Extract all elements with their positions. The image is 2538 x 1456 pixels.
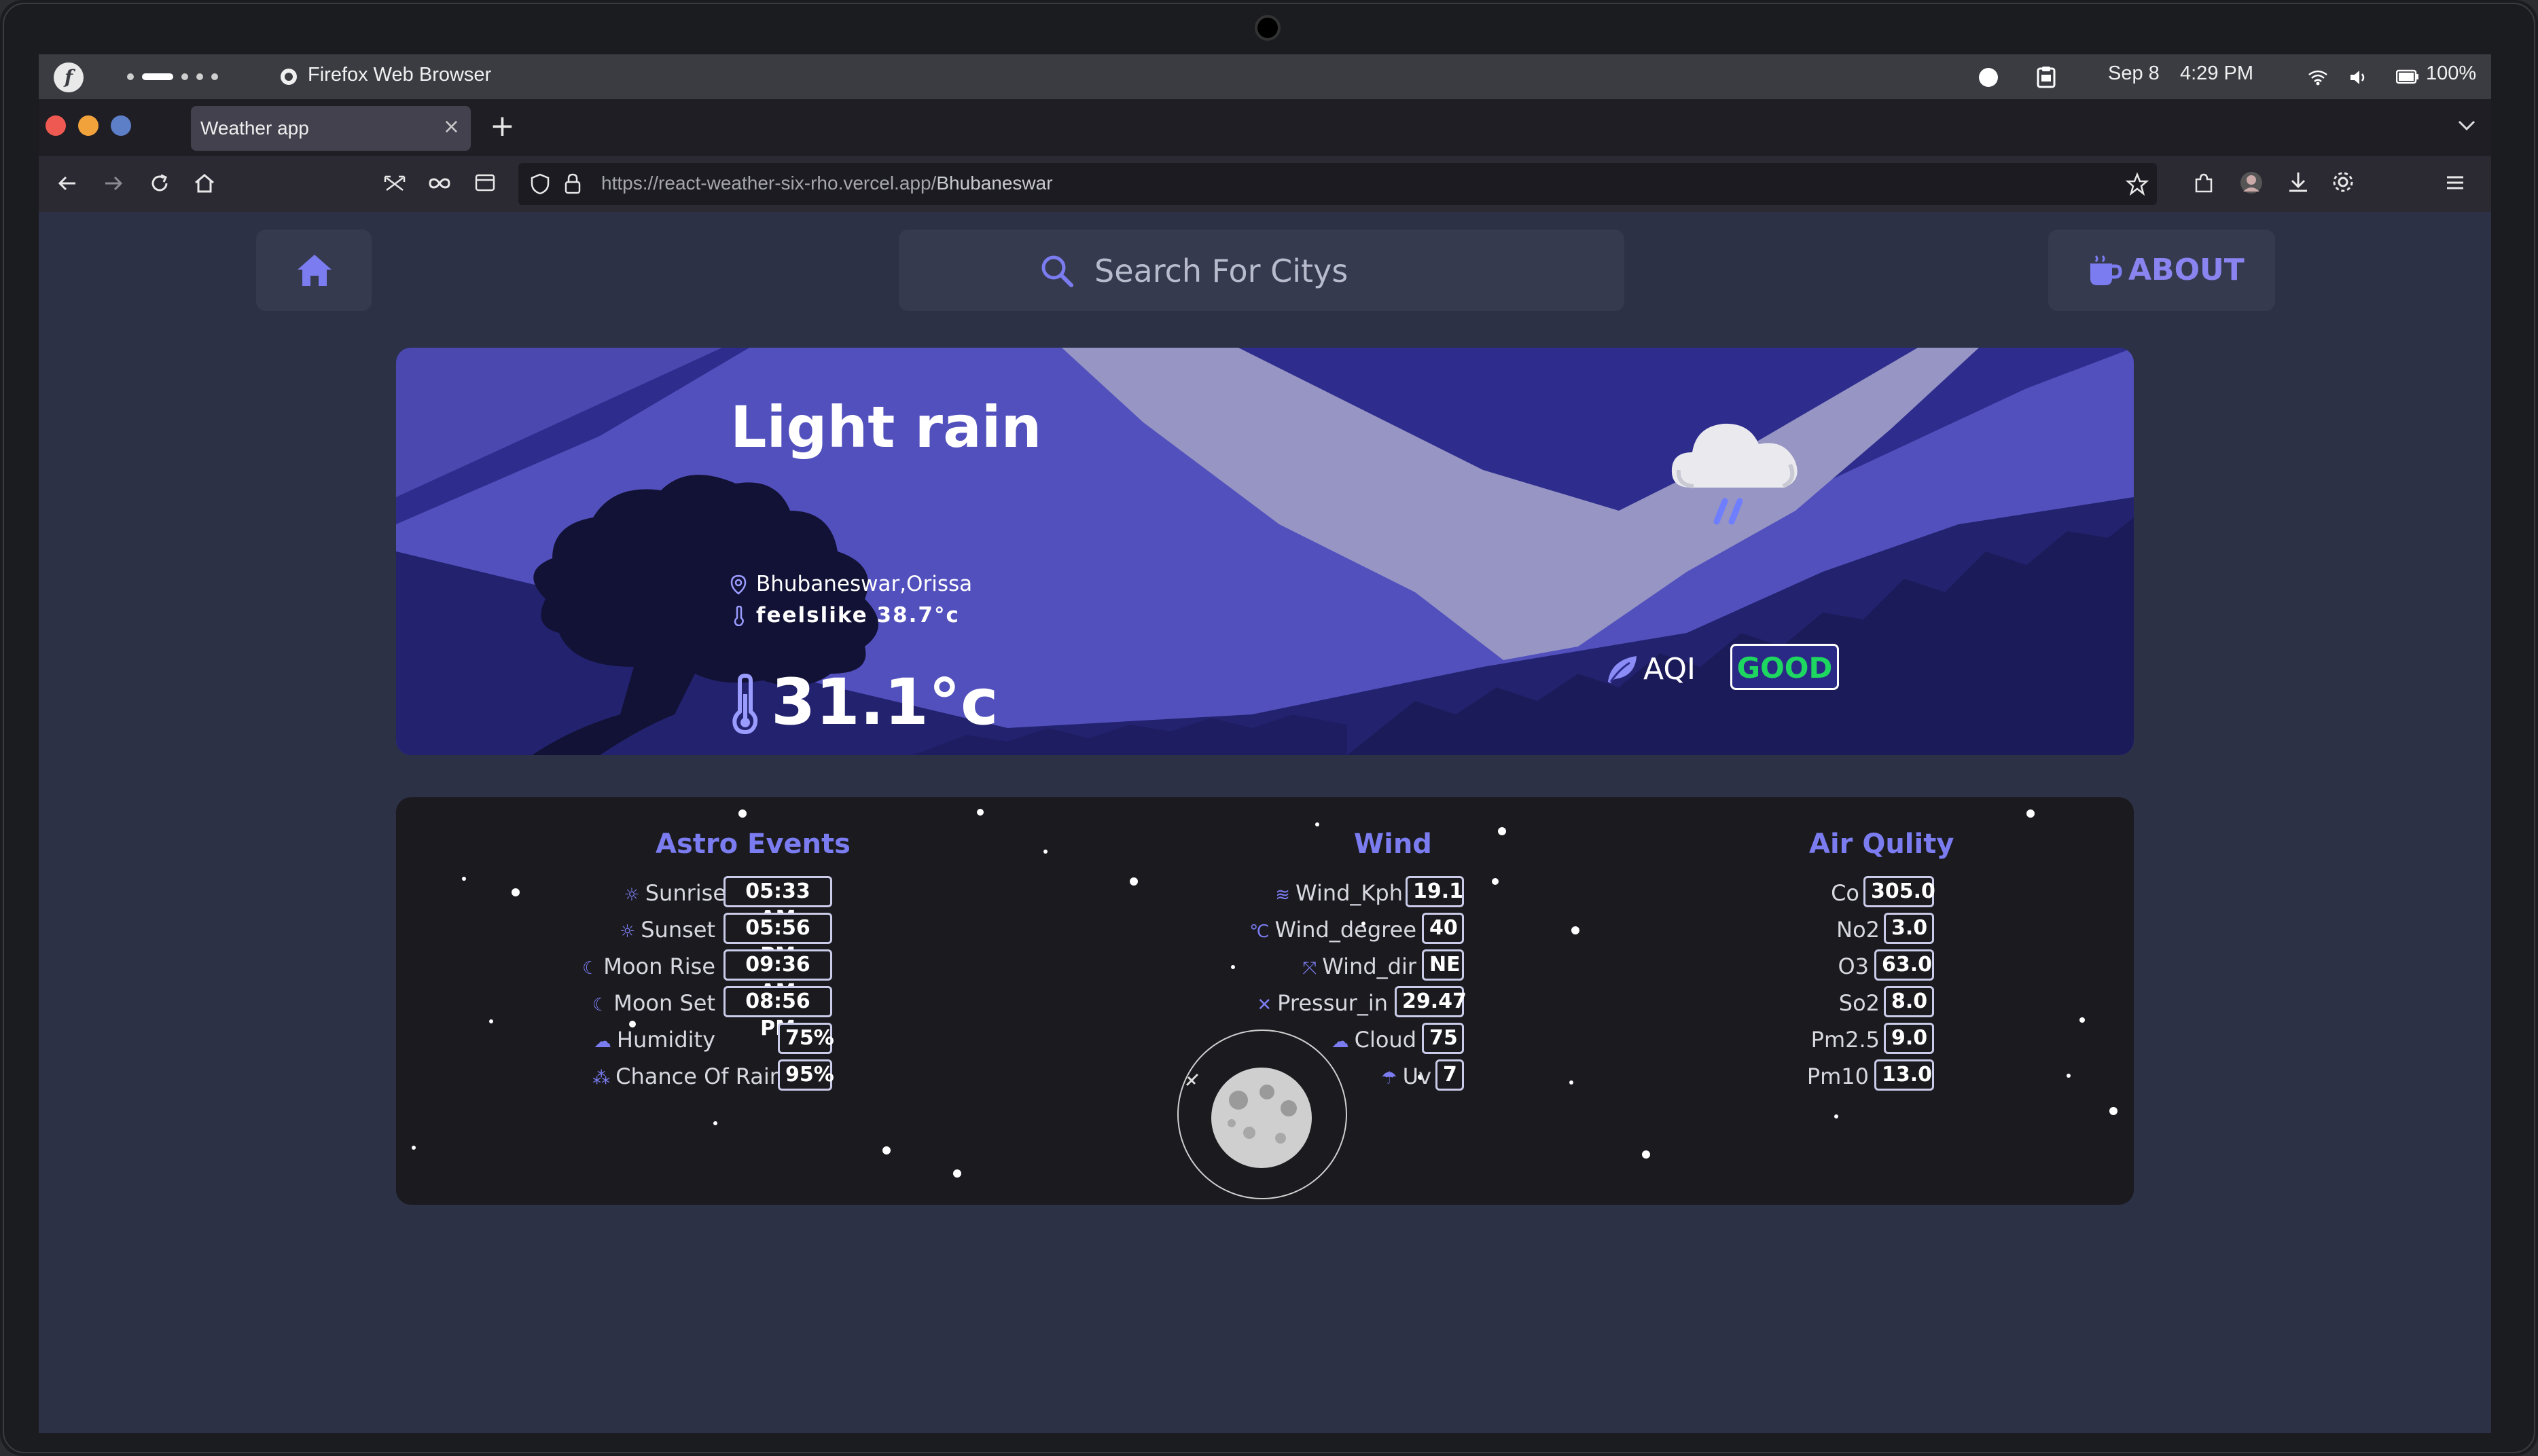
air-row-pm25: Pm2.5: [396, 1023, 1880, 1055]
air-row-pm10: Pm10: [396, 1059, 1869, 1092]
lock-icon[interactable]: [563, 172, 582, 196]
air-label: O3: [1838, 953, 1869, 979]
tab-weather-app[interactable]: Weather app ×: [191, 106, 471, 151]
air-value: 9.0: [1884, 1023, 1934, 1054]
battery-percent[interactable]: 100%: [2426, 62, 2476, 85]
screen: f Firefox Web Browser Sep 8 4:29 PM 100%…: [39, 54, 2491, 1433]
feels-like-text: feelslike 38.7°c: [756, 603, 960, 627]
hamburger-menu-icon[interactable]: [2444, 171, 2467, 194]
url-bar[interactable]: https://react-weather-six-rho.vercel.app…: [518, 163, 2157, 205]
coffee-cup-icon: [2090, 255, 2122, 285]
air-value: 63.0: [1874, 949, 1934, 981]
active-app-name[interactable]: Firefox Web Browser: [308, 64, 491, 86]
thermometer-small-icon: [734, 606, 744, 626]
clipboard-icon[interactable]: [2036, 65, 2056, 88]
tab-close-icon[interactable]: ×: [443, 115, 460, 139]
back-arrow-icon[interactable]: [55, 171, 79, 196]
bookmark-star-icon[interactable]: [2126, 172, 2149, 196]
mountain-landscape-illustration: [396, 348, 2134, 755]
current-weather-card: Light rain Bhubaneswar,Orissa feelslike …: [396, 348, 2134, 755]
webcam: [1255, 15, 1281, 41]
air-value: 305.0: [1863, 876, 1935, 907]
aqi-value: GOOD: [1736, 651, 1833, 685]
forward-arrow-icon[interactable]: [101, 171, 126, 196]
current-temperature: 31.1°c: [771, 666, 999, 740]
url-host: https://react-weather-six-rho.vercel.app…: [601, 172, 937, 194]
leaf-icon: [1608, 656, 1637, 683]
aqi-label: AQI: [1643, 652, 1696, 687]
home-icon[interactable]: [192, 171, 217, 196]
astro-events-title: Astro Events: [656, 829, 851, 860]
workspace-dot: [196, 73, 203, 80]
light-rain-cloud-icon: [1671, 423, 1798, 525]
new-tab-button[interactable]: +: [490, 109, 515, 143]
thermometer-icon: [732, 674, 758, 735]
weather-condition: Light rain: [730, 394, 1042, 460]
air-row-o3: O3: [396, 949, 1869, 982]
browser-tab-bar: Weather app × +: [39, 99, 2491, 156]
sidebar-icon[interactable]: [473, 171, 497, 194]
air-label: Pm2.5: [1810, 1027, 1880, 1053]
battery-icon[interactable]: [2396, 69, 2419, 84]
account-avatar-icon[interactable]: [2238, 170, 2264, 196]
extensions-puzzle-icon[interactable]: [2192, 171, 2215, 196]
home-button[interactable]: [256, 230, 372, 311]
air-value: 8.0: [1884, 986, 1934, 1017]
wind-title: Wind: [1354, 829, 1432, 860]
air-value: 13.0: [1874, 1059, 1934, 1091]
workspace-dot: [127, 73, 134, 80]
air-label: No2: [1836, 917, 1880, 943]
clock-date[interactable]: Sep 8: [2108, 62, 2160, 85]
air-label: So2: [1838, 990, 1880, 1016]
air-value: 3.0: [1884, 913, 1934, 944]
air-label: Pm10: [1806, 1063, 1869, 1089]
browser-nav-bar: https://react-weather-six-rho.vercel.app…: [39, 156, 2491, 213]
location-pin-icon: [730, 575, 747, 595]
reload-icon[interactable]: [147, 171, 172, 196]
weather-details-card: Astro Events Wind Air Qulity ☼ Sunrise 05…: [396, 797, 2134, 1205]
air-row-co: Co: [396, 876, 1859, 909]
extension-infinity-icon[interactable]: [427, 171, 452, 196]
city-search-box[interactable]: Search For Citys: [899, 230, 1624, 311]
fedora-logo-icon[interactable]: f: [54, 62, 84, 92]
workspace-dot: [211, 73, 218, 80]
record-icon[interactable]: [1978, 67, 1999, 88]
air-row-so2: So2: [396, 986, 1880, 1019]
weather-app-page: Search For Citys ABOUT Light rain Bhuban…: [39, 212, 2491, 1433]
search-placeholder[interactable]: Search For Citys: [1094, 253, 1348, 289]
air-row-no2: No2: [396, 913, 1880, 945]
list-all-tabs-chevron-icon[interactable]: [2457, 120, 2476, 132]
url-path: Bhubaneswar: [936, 172, 1053, 194]
air-quality-title: Air Qulity: [1809, 829, 1954, 860]
about-button[interactable]: ABOUT: [2048, 230, 2275, 311]
volume-icon[interactable]: [2348, 68, 2369, 87]
home-icon: [298, 255, 332, 286]
screenshot-icon[interactable]: [382, 171, 407, 196]
shield-icon[interactable]: [529, 172, 551, 196]
aqi-status-badge: GOOD: [1730, 644, 1839, 690]
workspace-dot-active: [142, 73, 173, 80]
air-label: Co: [1831, 880, 1859, 906]
wifi-icon[interactable]: [2308, 69, 2328, 86]
settings-gear-icon[interactable]: [2331, 170, 2355, 194]
workspace-dot: [181, 73, 188, 80]
system-top-bar: f Firefox Web Browser Sep 8 4:29 PM 100%: [39, 54, 2491, 99]
about-label: ABOUT: [2128, 253, 2245, 287]
window-minimize-button[interactable]: [78, 115, 99, 136]
tab-title: Weather app: [200, 117, 309, 139]
search-icon: [1041, 255, 1073, 287]
url-text[interactable]: https://react-weather-six-rho.vercel.app…: [601, 172, 1053, 194]
window-close-button[interactable]: [46, 115, 66, 136]
clock-time[interactable]: 4:29 PM: [2180, 62, 2253, 85]
firefox-app-icon: [281, 69, 297, 85]
location-text: Bhubaneswar,Orissa: [756, 572, 973, 596]
downloads-icon[interactable]: [2286, 170, 2310, 194]
window-maximize-button[interactable]: [111, 115, 131, 136]
